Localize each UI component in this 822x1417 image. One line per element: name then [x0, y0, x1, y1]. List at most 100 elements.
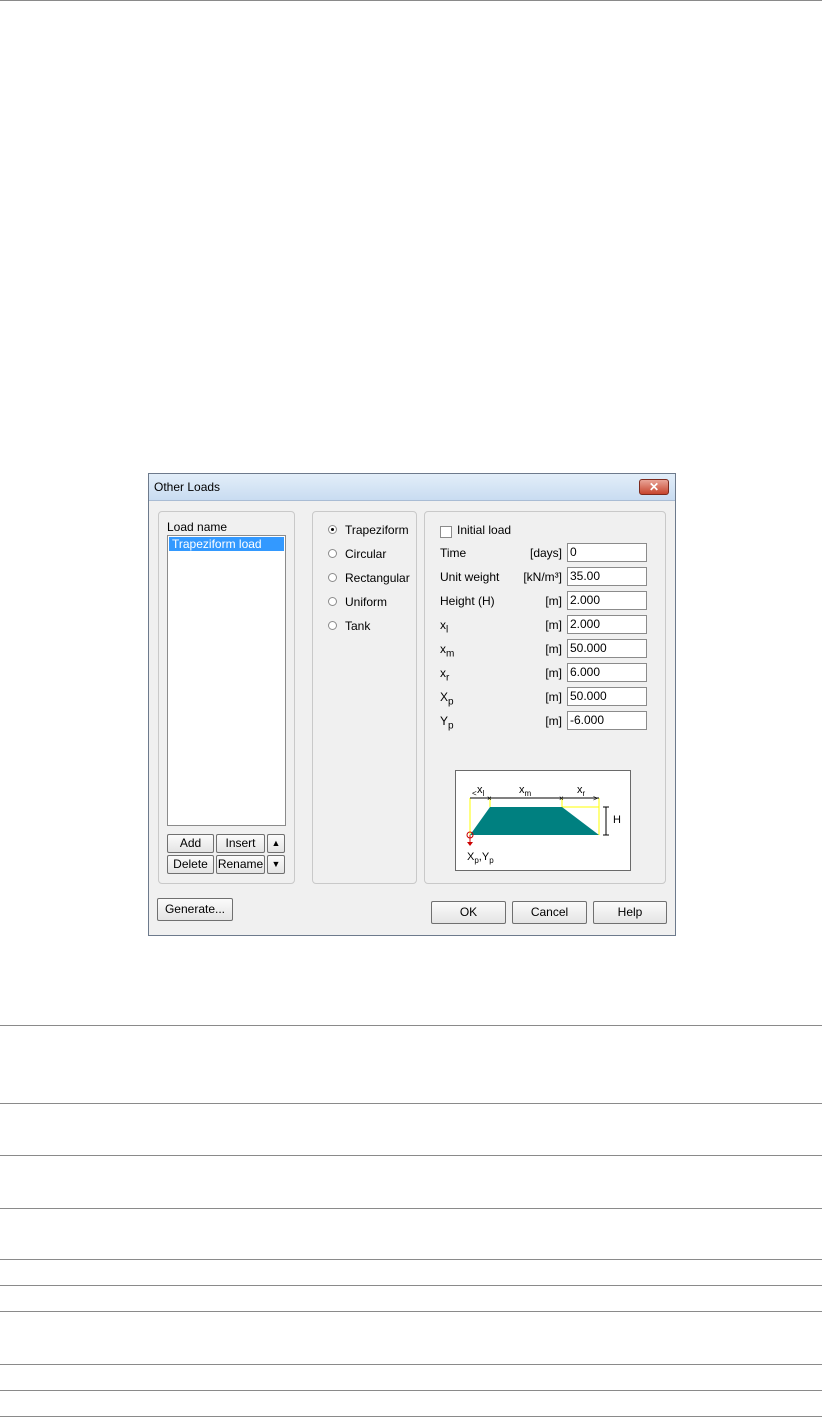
param-name-xm: xm [440, 642, 454, 659]
dialog-titlebar[interactable]: Other Loads ✕ [149, 474, 675, 501]
table-rule-6 [0, 1285, 822, 1286]
table-rule-1 [0, 1025, 822, 1026]
param-unit-yp: [m] [545, 714, 562, 728]
param-subscript: m [446, 648, 455, 660]
ok-button[interactable]: OK [431, 901, 506, 924]
radio-dot-icon [331, 528, 334, 531]
param-name-unit-weight: Unit weight [440, 570, 500, 584]
unit-weight-field[interactable]: 35.00 [567, 567, 647, 586]
delete-button-label: Delete [173, 857, 208, 871]
trapeziform-diagram: < × × > xl xm xr H Xp,Yp [455, 770, 631, 871]
initial-load-checkbox[interactable] [440, 526, 452, 538]
param-name-time: Time [440, 546, 467, 560]
ok-button-label: OK [459, 905, 478, 919]
radio-label: Tank [345, 619, 371, 633]
param-name-height: Height (H) [440, 594, 495, 608]
param-subscript: p [448, 720, 454, 732]
list-item[interactable]: Trapeziform load [169, 537, 284, 551]
xr-field[interactable]: 6.000 [567, 663, 647, 682]
insert-button-label: Insert [225, 836, 256, 850]
param-subscript: l [446, 624, 449, 636]
insert-button[interactable]: Insert [216, 834, 265, 853]
param-name-xr: xr [440, 666, 449, 683]
add-button[interactable]: Add [167, 834, 214, 853]
param-unit-xr: [m] [545, 666, 562, 680]
radio-circle-icon [328, 549, 337, 558]
generate-button[interactable]: Generate... [157, 898, 233, 921]
help-button[interactable]: Help [593, 901, 667, 924]
radio-label: Rectangular [345, 571, 410, 585]
radio-circle-icon [328, 525, 337, 534]
arrow-up-icon: ▲ [271, 838, 281, 848]
origin-arrow-icon [467, 842, 473, 846]
radio-circular[interactable]: Circular [328, 546, 448, 562]
yp-field[interactable]: -6.000 [567, 711, 647, 730]
radio-tank[interactable]: Tank [328, 618, 448, 634]
arrow-down-icon: ▼ [271, 859, 281, 869]
dim-label-h: H [613, 814, 621, 826]
table-rule-9 [0, 1390, 822, 1391]
radio-circle-icon [328, 621, 337, 630]
param-name-xl: xl [440, 618, 448, 635]
radio-label: Uniform [345, 595, 388, 609]
move-down-button[interactable]: ▼ [267, 855, 285, 874]
cancel-button-label: Cancel [530, 905, 569, 919]
xm-field[interactable]: 50.000 [567, 639, 647, 658]
initial-load-label: Initial load [457, 523, 512, 537]
dim-subscript: r [583, 789, 586, 798]
param-symbol: Y [440, 714, 449, 728]
xp-field[interactable]: 50.000 [567, 687, 647, 706]
tick-xm: × [559, 794, 564, 803]
origin-label: Xp,Yp [467, 851, 494, 865]
origin-y-subscript: p [489, 856, 494, 865]
param-name-yp: Yp [440, 714, 454, 731]
move-up-button[interactable]: ▲ [267, 834, 285, 853]
trapeziform-diagram-svg: < × × > xl xm xr H Xp,Yp [466, 784, 621, 865]
radio-label: Trapeziform [345, 523, 409, 537]
table-rule-5 [0, 1259, 822, 1260]
close-button[interactable]: ✕ [639, 479, 669, 495]
radio-rectangular[interactable]: Rectangular [328, 570, 448, 586]
height-field[interactable]: 2.000 [567, 591, 647, 610]
xl-field[interactable]: 2.000 [567, 615, 647, 634]
cancel-button[interactable]: Cancel [512, 901, 587, 924]
radio-uniform[interactable]: Uniform [328, 594, 448, 610]
origin-y-symbol: ,Y [479, 851, 490, 863]
load-name-listbox[interactable]: Trapeziform load [167, 535, 286, 826]
tick-xl: × [487, 794, 492, 803]
param-subscript: r [446, 672, 450, 684]
load-name-label: Load name [167, 520, 227, 534]
param-unit-height: [m] [545, 594, 562, 608]
rename-button[interactable]: Rename [216, 855, 265, 874]
help-button-label: Help [617, 905, 643, 919]
param-unit-time: [days] [529, 546, 562, 560]
tick-right: > [593, 794, 598, 803]
table-rule-4 [0, 1208, 822, 1209]
generate-button-label: Generate... [164, 902, 226, 916]
dim-label-xl: xl [477, 784, 485, 798]
rename-button-label: Rename [217, 857, 264, 871]
table-rule-2 [0, 1103, 822, 1104]
table-rule-3 [0, 1155, 822, 1156]
table-rule-7 [0, 1311, 822, 1312]
dim-label-xr: xr [577, 784, 586, 798]
radio-trapeziform[interactable]: Trapeziform [328, 522, 448, 538]
delete-button[interactable]: Delete [167, 855, 214, 874]
add-button-label: Add [179, 836, 202, 850]
param-subscript: p [448, 696, 454, 708]
load-name-label-text: Load name [167, 520, 228, 534]
param-unit-xl: [m] [545, 618, 562, 632]
radio-circle-icon [328, 573, 337, 582]
radio-circle-icon [328, 597, 337, 606]
dim-subscript: l [483, 789, 485, 798]
dialog-title: Other Loads [154, 480, 221, 494]
table-rule-8 [0, 1364, 822, 1365]
dim-label-xm: xm [519, 784, 532, 798]
dim-subscript: m [525, 789, 532, 798]
load-type-group [312, 511, 417, 884]
time-field[interactable]: 0 [567, 543, 647, 562]
param-unit-xm: [m] [545, 642, 562, 656]
top-rule [0, 0, 822, 1]
radio-label: Circular [345, 547, 387, 561]
param-symbol: X [440, 690, 449, 704]
